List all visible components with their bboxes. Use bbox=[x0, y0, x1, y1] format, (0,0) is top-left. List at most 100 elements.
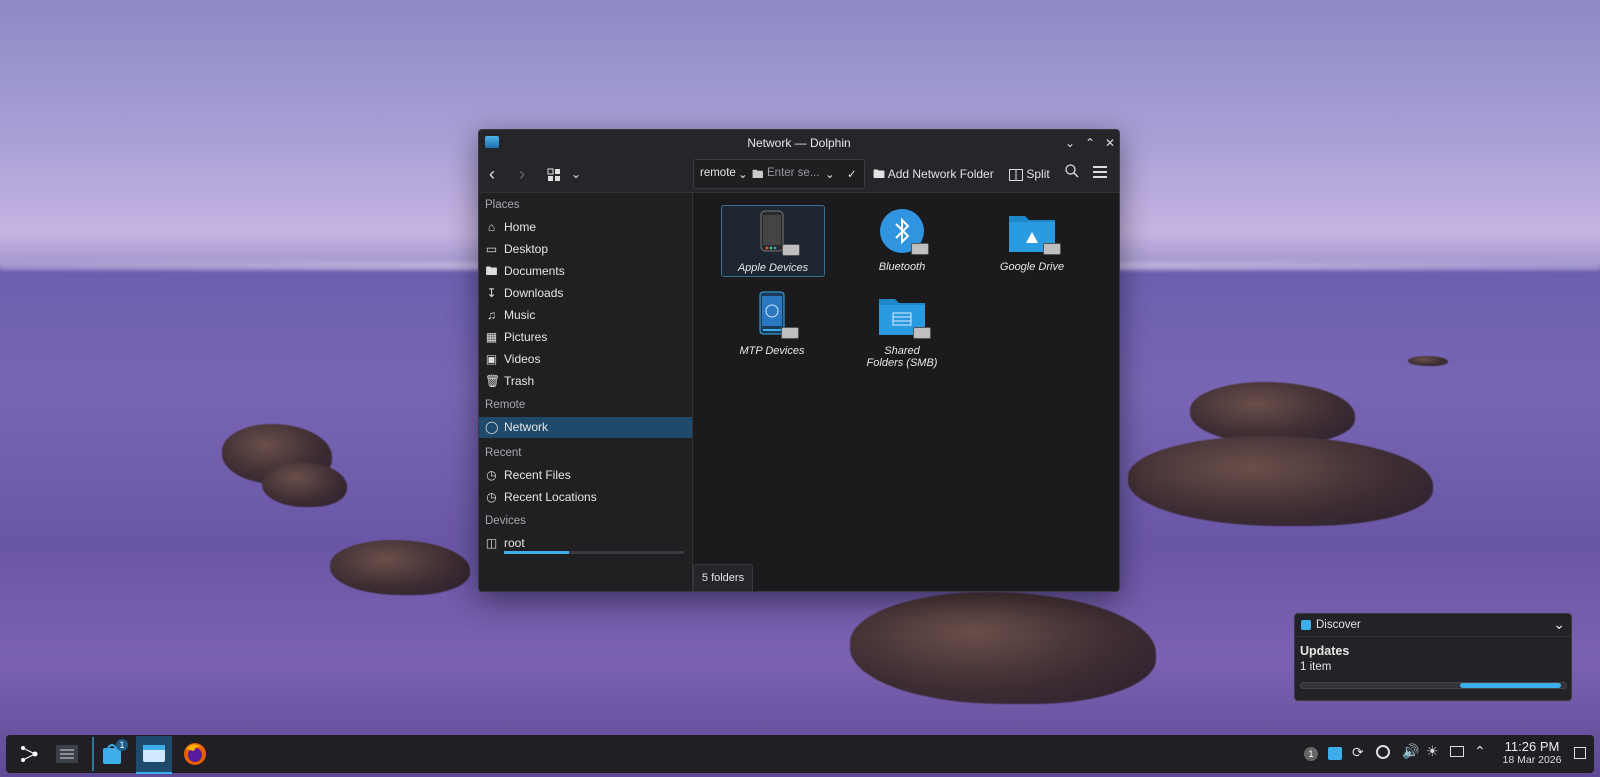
tray-volume-icon[interactable]: 🔊 bbox=[1402, 743, 1419, 760]
pictures-icon: ▦ bbox=[485, 330, 498, 344]
view-mode-button[interactable] bbox=[547, 164, 561, 184]
remote-badge-icon bbox=[913, 327, 931, 339]
notification-body: 1 item bbox=[1300, 661, 1332, 673]
folder-shared-smb[interactable]: Shared Folders (SMB) bbox=[851, 289, 953, 379]
notification-app-name: Discover bbox=[1316, 619, 1361, 631]
split-button[interactable]: Split bbox=[1009, 164, 1050, 184]
notification-progress-fill bbox=[1460, 683, 1561, 688]
file-view[interactable]: Apple Devices Bluetooth Google Drive MTP… bbox=[693, 193, 1119, 591]
window-title: Network — Dolphin bbox=[747, 136, 851, 150]
videos-icon: ▣ bbox=[485, 352, 498, 366]
root-usage-fill bbox=[504, 551, 569, 554]
firefox-icon[interactable] bbox=[180, 739, 210, 769]
taskbar-separator bbox=[92, 737, 94, 771]
hamburger-menu-icon[interactable] bbox=[1093, 164, 1107, 184]
tray-expand-icon[interactable]: ⌃ bbox=[1474, 743, 1486, 760]
dolphin-window: Network — Dolphin ⌄ ⌃ ✕ ‹ › ⌄ remote ⌄ 🖿… bbox=[478, 129, 1120, 592]
view-grid-icon bbox=[547, 168, 560, 181]
tray-clipboard-icon[interactable]: ⟳ bbox=[1352, 744, 1364, 761]
tray-update-icon[interactable] bbox=[1376, 745, 1390, 759]
folder-bluetooth[interactable]: Bluetooth bbox=[851, 205, 953, 275]
recent-files-icon: ◷ bbox=[486, 468, 497, 482]
wallpaper-rock bbox=[1408, 356, 1448, 366]
network-icon: ◯ bbox=[485, 420, 499, 434]
sidebar-item-recent-files[interactable]: ◷ Recent Files bbox=[479, 465, 692, 486]
remote-badge-icon bbox=[782, 244, 800, 256]
forward-button[interactable]: › bbox=[519, 164, 525, 184]
sidebar-item-documents[interactable]: 🖿 Documents bbox=[479, 261, 692, 282]
close-icon[interactable]: ✕ bbox=[1101, 134, 1119, 152]
tray-discover-icon[interactable] bbox=[1328, 747, 1342, 760]
folder-mtp-devices[interactable]: MTP Devices bbox=[721, 289, 823, 359]
tray-brightness-icon[interactable]: ☀ bbox=[1426, 743, 1439, 760]
notification-progress-bar bbox=[1300, 682, 1567, 689]
downloads-icon: ↧ bbox=[486, 286, 497, 300]
application-launcher-icon[interactable] bbox=[14, 739, 44, 769]
desktop-icon: ▭ bbox=[485, 242, 498, 256]
maximize-icon[interactable]: ⌃ bbox=[1081, 134, 1099, 152]
main-toolbar: ‹ › ⌄ remote ⌄ 🖿 Enter se... ⌄ ✓ 🖿 Add N… bbox=[479, 156, 1119, 193]
clock[interactable]: 11:26 PM 18 Mar 2026 bbox=[1492, 739, 1572, 766]
title-bar[interactable]: Network — Dolphin ⌄ ⌃ ✕ bbox=[479, 130, 1119, 156]
location-input[interactable]: Enter se... bbox=[767, 167, 819, 179]
sidebar-item-pictures[interactable]: ▦ Pictures bbox=[479, 327, 692, 348]
wallpaper-rock bbox=[1190, 382, 1355, 444]
clock-date: 18 Mar 2026 bbox=[1502, 754, 1562, 766]
section-places: Places bbox=[485, 199, 520, 211]
discover-badge: 1 bbox=[116, 739, 128, 751]
add-network-folder-label: Add Network Folder bbox=[887, 167, 994, 181]
system-settings-icon[interactable] bbox=[52, 739, 82, 769]
wallpaper-rock bbox=[1128, 436, 1433, 526]
view-mode-dropdown[interactable]: ⌄ bbox=[571, 164, 581, 184]
clock-time: 11:26 PM bbox=[1504, 739, 1560, 754]
notification-title: Updates bbox=[1300, 644, 1350, 658]
drive-icon: ◫ bbox=[485, 536, 498, 550]
documents-icon: 🖿 bbox=[485, 264, 498, 278]
remote-badge-icon bbox=[781, 327, 799, 339]
collapse-notification-icon[interactable]: ⌄ bbox=[1553, 616, 1565, 633]
section-recent: Recent bbox=[485, 447, 522, 459]
add-folder-icon: 🖿 bbox=[873, 167, 886, 181]
discover-taskbar-icon[interactable]: 1 bbox=[98, 739, 128, 769]
discover-notification[interactable]: Discover ⌄ Updates 1 item bbox=[1294, 613, 1572, 701]
tray-network-icon[interactable] bbox=[1450, 746, 1464, 757]
split-label: Split bbox=[1026, 167, 1050, 181]
sidebar-item-downloads[interactable]: ↧ Downloads bbox=[479, 283, 692, 304]
wallpaper-rock bbox=[262, 462, 347, 507]
minimize-icon[interactable]: ⌄ bbox=[1061, 134, 1079, 152]
location-history-dropdown[interactable]: ⌄ bbox=[825, 167, 835, 181]
split-view-icon bbox=[1009, 168, 1023, 181]
back-button[interactable]: ‹ bbox=[489, 164, 495, 184]
dolphin-taskbar-icon[interactable] bbox=[136, 736, 172, 774]
tray-notification-count[interactable]: 1 bbox=[1304, 747, 1318, 761]
places-panel: Places ⌂ Home ▭ Desktop 🖿 Documents ↧ Downlo… bbox=[479, 193, 693, 591]
breadcrumb-root[interactable]: remote bbox=[700, 167, 736, 179]
wallpaper-rock bbox=[330, 540, 470, 595]
add-network-folder-button[interactable]: 🖿 Add Network Folder bbox=[873, 164, 994, 184]
section-remote: Remote bbox=[485, 399, 526, 411]
sidebar-item-videos[interactable]: ▣ Videos bbox=[479, 349, 692, 370]
notification-header: Discover ⌄ bbox=[1295, 614, 1571, 637]
confirm-location-icon[interactable]: ✓ bbox=[847, 167, 857, 181]
section-devices: Devices bbox=[485, 515, 526, 527]
sidebar-item-recent-locations[interactable]: ◷ Recent Locations bbox=[479, 487, 692, 508]
home-icon: ⌂ bbox=[487, 220, 496, 234]
folder-apple-devices[interactable]: Apple Devices bbox=[721, 205, 825, 277]
remote-badge-icon bbox=[911, 243, 929, 255]
sidebar-item-music[interactable]: ♫ Music bbox=[479, 305, 692, 326]
recent-locations-icon: ◷ bbox=[486, 490, 497, 504]
sidebar-item-desktop[interactable]: ▭ Desktop bbox=[479, 239, 692, 260]
chevron-down-icon[interactable]: ⌄ bbox=[738, 167, 748, 181]
show-desktop-icon[interactable] bbox=[1574, 747, 1586, 759]
sidebar-item-trash[interactable]: 🗑 Trash bbox=[479, 371, 692, 392]
discover-app-icon bbox=[1301, 620, 1311, 630]
location-bar[interactable]: remote ⌄ 🖿 Enter se... ⌄ ✓ bbox=[693, 159, 865, 189]
folder-icon: 🖿 bbox=[752, 169, 764, 181]
sidebar-item-network[interactable]: ◯ Network bbox=[479, 417, 692, 438]
search-icon[interactable] bbox=[1065, 164, 1079, 184]
status-bar: 5 folders bbox=[693, 564, 753, 591]
folder-google-drive[interactable]: Google Drive bbox=[981, 205, 1083, 275]
sidebar-item-home[interactable]: ⌂ Home bbox=[479, 217, 692, 238]
wallpaper-rock bbox=[850, 592, 1156, 704]
remote-badge-icon bbox=[1043, 243, 1061, 255]
